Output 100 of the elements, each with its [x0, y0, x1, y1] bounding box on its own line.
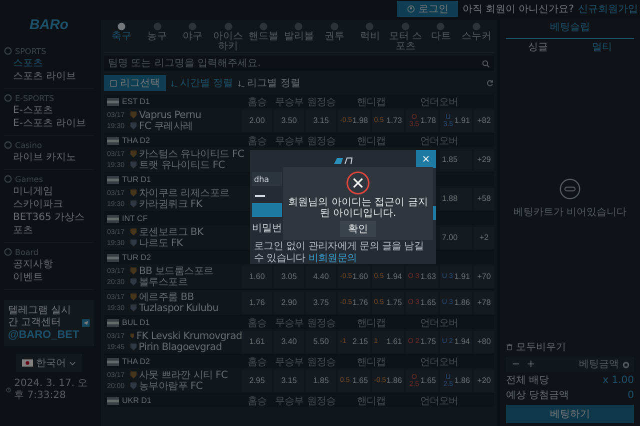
ball-icon	[436, 22, 446, 31]
odds-button[interactable]: 1.61	[242, 330, 272, 352]
stake-field[interactable]: − + 베팅금액	[506, 357, 634, 372]
column-label: 홈승	[246, 394, 268, 408]
banner-text: 텔레그램 실시간 고객센터	[8, 305, 72, 329]
stake-input[interactable]: 베팅금액	[540, 359, 619, 370]
signup-link[interactable]: 신규회원가입	[578, 2, 638, 16]
league-select-button[interactable]: 리그선택	[104, 75, 166, 91]
more-markets-button[interactable]: +78	[474, 292, 494, 314]
team-name: 에르주룸 BB	[139, 292, 194, 302]
sidebar-item[interactable]: 라이브 카지노	[4, 151, 94, 164]
ball-icon	[294, 22, 304, 31]
odds-button[interactable]: 1.88	[440, 188, 472, 210]
sort-option[interactable]: 시간별 정렬	[171, 76, 234, 90]
sport-tab[interactable]: 다트	[423, 22, 459, 42]
sport-tab[interactable]: 아이스 하키	[210, 22, 246, 52]
column-label: 언더오버	[419, 316, 459, 330]
flag-icon	[107, 254, 119, 262]
league-name: THA D2	[122, 357, 150, 366]
odds-button[interactable]: 2.00	[242, 110, 272, 132]
coin-icon[interactable]	[622, 360, 630, 368]
column-label: 홈승	[246, 134, 268, 148]
search-icon[interactable]	[482, 60, 490, 68]
sort-icon	[238, 80, 246, 86]
login-note: 로그인 없이 관리자에게 문의 글을 남길 수 있습니다 비회원문의	[254, 241, 425, 265]
sidebar-item[interactable]: E-스포츠 라이브	[4, 117, 94, 130]
sport-tab[interactable]: 농구	[139, 22, 175, 42]
sidebar-item[interactable]: BET365 가상스포츠	[4, 211, 94, 237]
odds-button[interactable]: 3.05	[274, 266, 304, 288]
more-markets-button[interactable]: +80	[474, 330, 494, 352]
circle-icon	[4, 94, 12, 102]
logo[interactable]: BARo	[30, 16, 68, 32]
odds-button[interactable]: 2.90	[274, 292, 304, 314]
sport-tab[interactable]: 럭비	[352, 22, 388, 42]
odds-button[interactable]: 1.85	[306, 370, 336, 392]
sport-tab[interactable]: 축구	[104, 22, 140, 42]
odds-button[interactable]: 3.15	[306, 110, 336, 132]
telegram-banner[interactable]: 텔레그램 실시간 고객센터 @BARO_BET	[4, 300, 94, 346]
odds-button[interactable]: 3.50	[274, 110, 304, 132]
sidebar-item[interactable]: 공지사항	[4, 258, 94, 271]
odds-button[interactable]: 1.85	[440, 148, 472, 170]
more-markets-button[interactable]: +20	[474, 370, 494, 392]
column-label: 언더오버	[419, 134, 459, 148]
league-name: TUR D1	[122, 175, 151, 184]
column-label: 핸디캡	[356, 316, 386, 330]
sidebar-item[interactable]: 스포츠	[4, 57, 94, 70]
sport-tab[interactable]: 야구	[174, 22, 210, 42]
circle-icon	[4, 175, 12, 183]
sport-tab[interactable]: 스누커	[458, 22, 494, 42]
login-button[interactable]: 로그인	[397, 1, 458, 17]
sort-option[interactable]: 리그별 정렬	[238, 76, 300, 90]
sidebar-item[interactable]: 이벤트	[4, 271, 94, 284]
bet-slip-tab[interactable]: 베팅슬립	[506, 18, 634, 39]
odds-button[interactable]: 3.15	[274, 370, 304, 392]
league-name: INT CF	[122, 214, 148, 223]
sport-tab[interactable]: 모터 스포츠	[388, 22, 424, 52]
odds-button[interactable]: 7.00	[440, 226, 472, 248]
ball-icon	[330, 22, 339, 31]
total-odds-value: x 1.00	[602, 374, 634, 387]
sport-tab[interactable]: 권투	[316, 22, 352, 42]
column-label: 핸디캡	[356, 134, 386, 148]
slip-tab[interactable]: 멀티	[570, 39, 634, 57]
column-label: 무승부	[274, 394, 304, 408]
language-button[interactable]: 한국어	[16, 354, 82, 372]
total-odds-label: 전체 배당	[506, 374, 550, 387]
odds-button[interactable]: 3.75	[306, 292, 336, 314]
circle-icon	[4, 141, 12, 149]
team-name: 농부아람푸 FC	[139, 380, 203, 392]
column-label: 핸디캡	[356, 356, 386, 368]
plus-button[interactable]: +	[525, 359, 537, 370]
sidebar-item[interactable]: 스카이파크	[4, 198, 94, 211]
odds-button[interactable]: 2.95	[242, 370, 272, 392]
close-button[interactable]: ×	[416, 150, 436, 168]
sport-tab[interactable]: 핸드볼	[246, 22, 282, 42]
team-name: FC 쿠레사레	[139, 120, 193, 132]
place-bet-button[interactable]: 베팅하기	[506, 405, 634, 423]
odds-button[interactable]: 1.76	[242, 292, 272, 314]
sidebar-item[interactable]: 미니게임	[4, 185, 94, 198]
odds-button[interactable]: 1.60	[242, 266, 272, 288]
username-field[interactable]: dha	[252, 172, 282, 186]
column-label: 원정승	[306, 394, 336, 408]
confirm-button[interactable]: 확인	[340, 221, 376, 237]
column-label: 무승부	[274, 96, 304, 108]
more-markets-button[interactable]: +82	[474, 110, 494, 132]
sport-tab[interactable]: 발리볼	[281, 22, 317, 42]
more-markets-button[interactable]: +58	[474, 188, 494, 210]
refresh-icon[interactable]	[486, 79, 494, 87]
more-markets-button[interactable]: +2	[474, 226, 494, 248]
sidebar-item[interactable]: E-스포츠	[4, 104, 94, 117]
odds-button[interactable]: 5.50	[306, 330, 336, 352]
guest-inquiry-link[interactable]: 비회원문의	[308, 253, 357, 264]
clear-all-button[interactable]: 모두비우기	[506, 340, 566, 354]
odds-button[interactable]: 4.40	[306, 266, 336, 288]
slip-tab[interactable]: 싱글	[506, 39, 570, 57]
minus-button[interactable]: −	[510, 359, 522, 370]
more-markets-button[interactable]: +29	[474, 148, 494, 170]
more-markets-button[interactable]: +70	[474, 266, 494, 288]
sidebar-item[interactable]: 스포츠 라이브	[4, 70, 94, 83]
caret-icon	[69, 360, 76, 366]
odds-button[interactable]: 3.40	[274, 330, 304, 352]
